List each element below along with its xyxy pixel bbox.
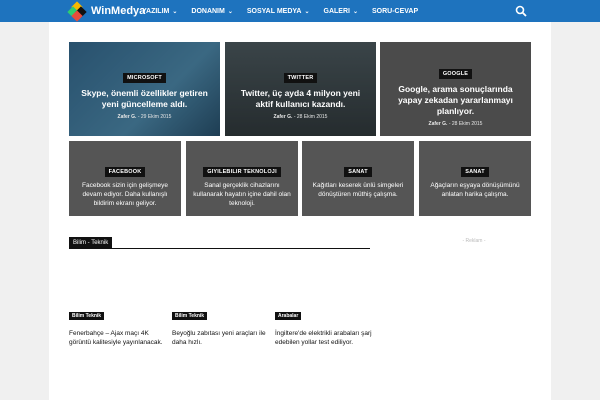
article-card[interactable]: Bilim Teknik <box>69 263 164 320</box>
category-badge[interactable]: MICROSOFT <box>123 73 166 83</box>
tile-title[interactable]: Kağıtları keserek ünlü simgeleri dönüştü… <box>307 181 409 199</box>
category-badge[interactable]: FACEBOOK <box>104 167 146 177</box>
tile-title[interactable]: Ağaçların eşyaya dönüşümünü anlatan hari… <box>424 181 526 199</box>
secondary-tile-trees[interactable]: SANAT Ağaçların eşyaya dönüşümünü anlata… <box>419 141 531 216</box>
chevron-down-icon: ⌄ <box>304 8 310 15</box>
tile-title[interactable]: Facebook sizin için gelişmeye devam ediy… <box>74 181 176 208</box>
post-meta: Zafer G. - 28 Ekim 2015 <box>273 114 328 120</box>
nav-item-galeri[interactable]: GALERI ⌄ <box>324 8 358 15</box>
nav-item-sosyal-medya[interactable]: SOSYAL MEDYA ⌄ <box>247 8 310 15</box>
section-header: Bilim - Teknik <box>69 237 370 249</box>
category-badge[interactable]: GOOGLE <box>438 69 473 79</box>
main-nav: YAZILIM ⌄ DONANIM ⌄ SOSYAL MEDYA ⌄ GALERI ⌄ … <box>142 0 432 22</box>
featured-title[interactable]: Google, arama sonuçlarında yapay zekadan… <box>386 84 525 117</box>
ad-label: - Reklam - <box>462 238 486 244</box>
featured-title[interactable]: Twitter, üç ayda 4 milyon yeni aktif kul… <box>231 88 370 110</box>
category-badge[interactable]: SANAT <box>344 167 372 177</box>
featured-tile-twitter[interactable]: TWITTER Twitter, üç ayda 4 milyon yeni a… <box>225 42 376 136</box>
site-logo[interactable]: WinMedya <box>67 0 151 22</box>
category-badge[interactable]: SANAT <box>461 167 489 177</box>
category-badge[interactable]: TWITTER <box>283 73 318 83</box>
article-title[interactable]: Beyoğlu zabıtası yeni araçları ile daha … <box>172 329 270 347</box>
logo-mark-icon <box>67 0 87 22</box>
article-title[interactable]: İngiltere'de elektrikli arabaları şarj e… <box>275 329 373 347</box>
category-badge[interactable]: Arabalar <box>275 312 302 320</box>
category-badge[interactable]: Bilim Teknik <box>69 312 105 320</box>
article-card[interactable]: Arabalar <box>275 263 370 320</box>
secondary-tile-facebook[interactable]: FACEBOOK Facebook sizin için gelişmeye d… <box>69 141 181 216</box>
section-title[interactable]: Bilim - Teknik <box>69 237 113 249</box>
featured-title[interactable]: Skype, önemli özellikler getiren yeni gü… <box>75 88 214 110</box>
secondary-tile-paper[interactable]: SANAT Kağıtları keserek ünlü simgeleri d… <box>302 141 414 216</box>
chevron-down-icon: ⌄ <box>172 8 178 15</box>
nav-item-yazilim[interactable]: YAZILIM ⌄ <box>142 8 177 15</box>
chevron-down-icon: ⌄ <box>352 8 358 15</box>
top-navbar: WinMedya YAZILIM ⌄ DONANIM ⌄ SOSYAL MEDYA ⌄… <box>0 0 600 22</box>
featured-tile-skype[interactable]: MICROSOFT Skype, önemli özellikler getir… <box>69 42 220 136</box>
search-icon[interactable] <box>515 5 527 17</box>
featured-tile-google[interactable]: GOOGLE Google, arama sonuçlarında yapay … <box>380 42 531 136</box>
article-card[interactable]: Bilim Teknik <box>172 263 267 320</box>
category-badge[interactable]: GIYILEBILIR TEKNOLOJI <box>203 167 281 177</box>
tile-title[interactable]: Sanal gerçeklik cihazlarını kullanarak h… <box>191 181 293 208</box>
nav-item-donanim[interactable]: DONANIM ⌄ <box>191 8 232 15</box>
nav-item-soru-cevap[interactable]: SORU-CEVAP <box>372 8 418 15</box>
chevron-down-icon: ⌄ <box>227 8 233 15</box>
article-title[interactable]: Fenerbahçe – Ajax maçı 4K görüntü kalite… <box>69 329 167 347</box>
secondary-tile-vr[interactable]: GIYILEBILIR TEKNOLOJI Sanal gerçeklik ci… <box>186 141 298 216</box>
category-badge[interactable]: Bilim Teknik <box>172 312 208 320</box>
logo-text: WinMedya <box>91 5 146 17</box>
post-meta: Zafer G. - 28 Ekim 2015 <box>428 121 483 127</box>
post-meta: Zafer G. - 29 Ekim 2015 <box>117 114 172 120</box>
